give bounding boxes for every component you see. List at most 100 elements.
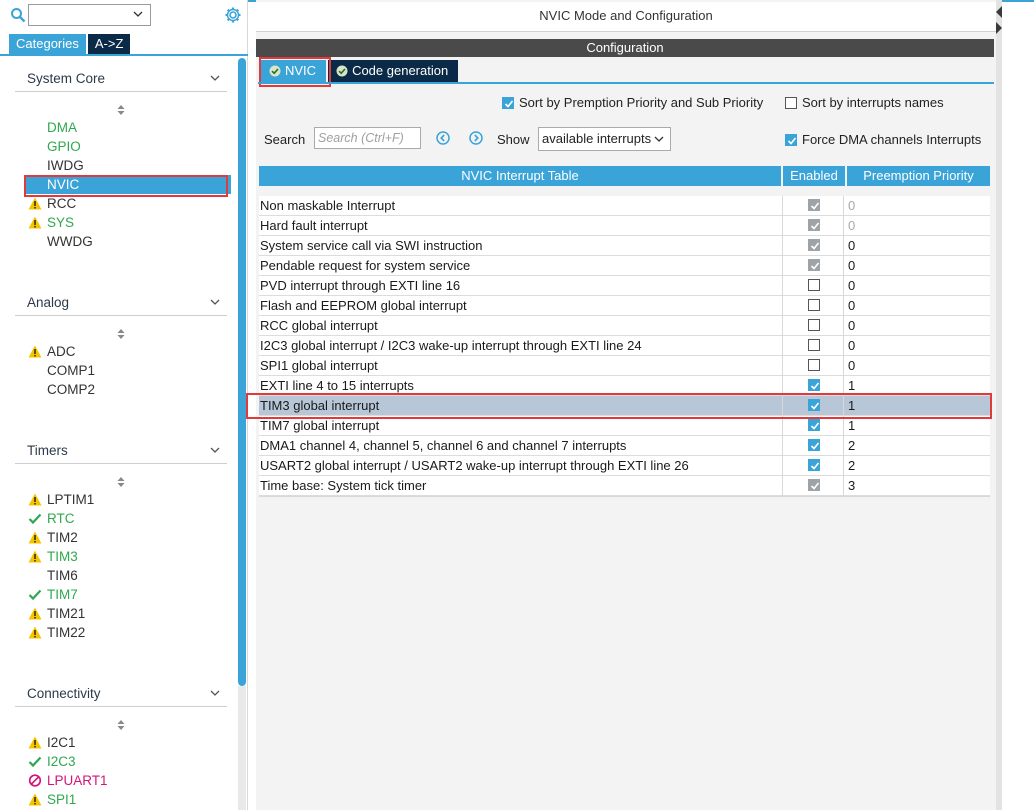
sort-by-priority-option[interactable]: Sort by Premption Priority and Sub Prior… [502, 95, 763, 110]
enabled-cell[interactable] [782, 456, 844, 476]
tab-categories[interactable]: Categories [9, 34, 86, 54]
search-combo[interactable] [28, 4, 151, 26]
sidebar-item-tim6[interactable]: TIM6 [26, 566, 231, 585]
enabled-cell[interactable] [782, 236, 844, 256]
enabled-checkbox[interactable] [808, 439, 820, 451]
table-row[interactable]: USART2 global interrupt / USART2 wake-up… [259, 456, 990, 476]
tab-code-generation[interactable]: Code generation [328, 60, 459, 82]
preemption-priority[interactable]: 0 [848, 336, 855, 356]
chevron-down-icon[interactable] [209, 72, 221, 84]
gear-icon[interactable] [224, 6, 242, 24]
enabled-cell[interactable] [782, 336, 844, 356]
interrupt-search-input[interactable]: Search (Ctrl+F) [314, 127, 421, 149]
group-header-system-core[interactable]: System Core [15, 66, 227, 92]
preemption-priority[interactable]: 3 [848, 476, 855, 496]
enabled-cell[interactable] [782, 436, 844, 456]
sidebar-item-dma[interactable]: DMA [26, 118, 231, 137]
sidebar-item-spi1[interactable]: SPI1 [26, 790, 231, 809]
enabled-checkbox[interactable] [808, 319, 820, 331]
preemption-priority[interactable]: 0 [848, 356, 855, 376]
sidebar-item-i2c3[interactable]: I2C3 [26, 752, 231, 771]
enabled-checkbox[interactable] [808, 279, 820, 291]
table-row[interactable]: Hard fault interrupt 0 [259, 216, 990, 236]
enabled-cell[interactable] [782, 316, 844, 336]
sort-arrows-icon[interactable] [117, 328, 125, 340]
sidebar-item-wwdg[interactable]: WWDG [26, 232, 231, 251]
group-header-analog[interactable]: Analog [15, 290, 227, 316]
sidebar-item-tim7[interactable]: TIM7 [26, 585, 231, 604]
preemption-priority[interactable]: 2 [848, 436, 855, 456]
table-row[interactable]: DMA1 channel 4, channel 5, channel 6 and… [259, 436, 990, 456]
sort-arrows-icon[interactable] [117, 104, 125, 116]
sidebar-item-tim22[interactable]: TIM22 [26, 623, 231, 642]
enabled-checkbox[interactable] [808, 359, 820, 371]
preemption-priority[interactable]: 0 [848, 316, 855, 336]
table-row[interactable]: I2C3 global interrupt / I2C3 wake-up int… [259, 336, 990, 356]
preemption-priority[interactable]: 0 [848, 256, 855, 276]
preemption-priority[interactable]: 2 [848, 456, 855, 476]
enabled-cell[interactable] [782, 356, 844, 376]
group-header-timers[interactable]: Timers [15, 438, 227, 464]
sort-arrows-icon[interactable] [117, 476, 125, 488]
column-header-enabled[interactable]: Enabled [783, 166, 845, 186]
left-scrollbar-track[interactable] [238, 686, 246, 810]
sidebar-item-sys[interactable]: SYS [26, 213, 231, 232]
sidebar-item-tim21[interactable]: TIM21 [26, 604, 231, 623]
sort-by-names-option[interactable]: Sort by interrupts names [785, 95, 944, 110]
sidebar-item-tim3[interactable]: TIM3 [26, 547, 231, 566]
column-header-priority[interactable]: Preemption Priority [847, 166, 990, 186]
preemption-priority[interactable]: 0 [848, 296, 855, 316]
sort-arrows-icon[interactable] [117, 719, 125, 731]
table-row[interactable]: Time base: System tick timer 3 [259, 476, 990, 496]
column-header-name[interactable]: NVIC Interrupt Table [259, 166, 781, 186]
sidebar-item-lptim1[interactable]: LPTIM1 [26, 490, 231, 509]
enabled-cell[interactable] [782, 196, 844, 216]
enabled-checkbox[interactable] [808, 419, 820, 431]
tab-a-z[interactable]: A->Z [87, 34, 131, 54]
table-row[interactable]: Flash and EEPROM global interrupt 0 [259, 296, 990, 316]
chevron-down-icon[interactable] [209, 444, 221, 456]
left-scrollbar-thumb[interactable] [238, 58, 246, 686]
table-row[interactable]: RCC global interrupt 0 [259, 316, 990, 336]
force-dma-checkbox[interactable] [785, 133, 797, 146]
enabled-checkbox[interactable] [808, 459, 820, 471]
chevron-down-icon[interactable] [209, 296, 221, 308]
table-row[interactable]: TIM7 global interrupt 1 [259, 416, 990, 436]
table-row[interactable]: Non maskable Interrupt 0 [259, 196, 990, 216]
search-icon[interactable] [10, 7, 26, 23]
sidebar-item-iwdg[interactable]: IWDG [26, 156, 231, 175]
group-header-connectivity[interactable]: Connectivity [15, 681, 227, 707]
enabled-cell[interactable] [782, 256, 844, 276]
sidebar-item-comp1[interactable]: COMP1 [26, 361, 231, 380]
enabled-checkbox[interactable] [808, 379, 820, 391]
right-scrollbar[interactable] [996, 0, 1002, 810]
sidebar-item-comp2[interactable]: COMP2 [26, 380, 231, 399]
enabled-cell[interactable] [782, 216, 844, 236]
sidebar-item-gpio[interactable]: GPIO [26, 137, 231, 156]
enabled-cell[interactable] [782, 296, 844, 316]
sidebar-item-i2c1[interactable]: I2C1 [26, 733, 231, 752]
collapse-arrow-icon[interactable] [996, 6, 1002, 34]
preemption-priority[interactable]: 0 [848, 236, 855, 256]
table-row[interactable]: SPI1 global interrupt 0 [259, 356, 990, 376]
sidebar-item-adc[interactable]: ADC [26, 342, 231, 361]
enabled-cell[interactable] [782, 476, 844, 496]
chevron-down-icon[interactable] [209, 687, 221, 699]
table-row[interactable]: Pendable request for system service 0 [259, 256, 990, 276]
sort-by-priority-checkbox[interactable] [502, 96, 514, 109]
enabled-checkbox[interactable] [808, 339, 820, 351]
show-filter-select[interactable]: available interrupts [538, 127, 671, 151]
preemption-priority[interactable]: 0 [848, 196, 855, 216]
preemption-priority[interactable]: 1 [848, 416, 855, 436]
sidebar-item-lpuart1[interactable]: LPUART1 [26, 771, 231, 790]
preemption-priority[interactable]: 0 [848, 276, 855, 296]
table-row[interactable]: System service call via SWI instruction 0 [259, 236, 990, 256]
enabled-checkbox[interactable] [808, 299, 820, 311]
sidebar-item-rtc[interactable]: RTC [26, 509, 231, 528]
enabled-cell[interactable] [782, 416, 844, 436]
enabled-cell[interactable] [782, 276, 844, 296]
sidebar-item-tim2[interactable]: TIM2 [26, 528, 231, 547]
table-row[interactable]: PVD interrupt through EXTI line 16 0 [259, 276, 990, 296]
preemption-priority[interactable]: 0 [848, 216, 855, 236]
sort-by-names-checkbox[interactable] [785, 96, 797, 109]
